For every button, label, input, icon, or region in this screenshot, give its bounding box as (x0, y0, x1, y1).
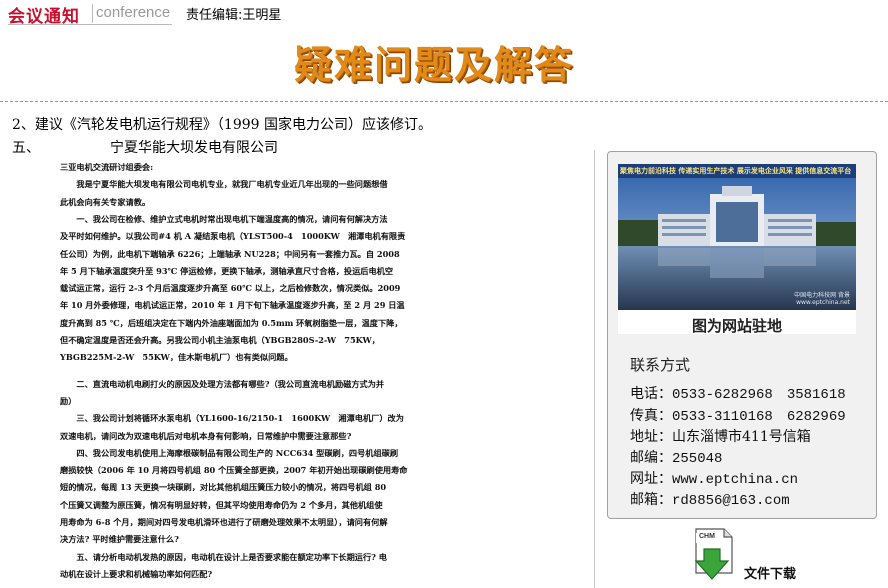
scan-text-line: 三、我公司计划将循环水泵电机（YL1600-16/2150-1 1600KW 湘… (60, 413, 404, 424)
item-2-text: 2、建议《汽轮发电机运行规程》（1999 国家电力公司）应该修订。 (12, 117, 432, 133)
logo-underline (8, 24, 172, 25)
contact-row: 邮编：255048 (630, 447, 722, 467)
office-building-photo: 聚焦电力前沿科技 传递实用生产技术 展示发电企业风采 提供信息交流平台 中国电力… (618, 164, 856, 310)
scan-text-line: 动机在设计上要求和机械输功率如何匹配? (60, 568, 213, 579)
file-type-label: CHM (699, 533, 715, 540)
contact-panel: 聚焦电力前沿科技 传递实用生产技术 展示发电企业风采 提供信息交流平台 中国电力… (607, 151, 877, 519)
chm-download-icon[interactable]: CHM (690, 527, 736, 583)
column-divider (594, 150, 595, 588)
scan-text-line: 个压簧又调整为原压簧，情况有明显好转，但其平均使用寿命仍为 2 个多月，其他机组… (60, 499, 383, 510)
scan-text-line: 年 5 月下轴承温度突升至 93℃ 停运检修，更换下轴承，测轴承直尺寸合格，投运… (60, 265, 394, 276)
scan-text-line: 一、我公司在检修、维护立式电机时常出现电机下端温度高的情况，请问有何解决方法 (60, 213, 388, 224)
photo-watermark: 中国电力科技网 背景 (794, 292, 850, 299)
contact-label: 邮箱： (630, 492, 672, 508)
contact-row: 网址：www.eptchina.cn (630, 468, 798, 488)
scan-text-line: 年 10 月外委修理，电机试运正常，2010 年 1 月下旬下轴承温度逐步升高，… (60, 300, 405, 311)
banner-slogan: 聚焦电力前沿科技 传递实用生产技术 展示发电企业风采 提供信息交流平台 (620, 167, 852, 175)
top-bar: 会议通知 conference 责任编辑:王明星 (0, 0, 888, 27)
editor-credit: 责任编辑:王明星 (186, 8, 282, 23)
title-banner: 疑难问题及解答 (0, 34, 888, 88)
scan-text-line: 励） (60, 395, 77, 406)
logo-divider (92, 4, 93, 23)
site-photo-frame: 聚焦电力前沿科技 传递实用生产技术 展示发电企业风采 提供信息交流平台 中国电力… (618, 164, 856, 335)
contact-heading: 联系方式 (630, 356, 691, 374)
contact-row: 邮箱：rd8856@163.com (630, 489, 790, 509)
scan-text-line: 此机会向有关专家请教。 (60, 196, 151, 207)
contact-label: 邮编： (630, 450, 672, 466)
contact-label: 网址： (630, 471, 672, 487)
scan-text-line: 三亚电机交流研讨组委会: (60, 162, 154, 172)
scan-text-line: 但不确定温度是否还会升高。另我公司小机主油泵电机（YBGB280S-2-W 75… (60, 335, 380, 345)
contact-value[interactable]: rd8856@163.com (672, 493, 790, 509)
scan-text-line: 我是宁夏华能大坝发电有限公司电机专业，就我厂电机专业近几年出现的一些问题想借 (60, 179, 388, 190)
item-5-number: 五、 (12, 140, 40, 156)
title-divider (0, 101, 888, 102)
contact-value: 山东淄博市411号信箱 (672, 429, 811, 445)
contact-label: 地址： (630, 429, 672, 445)
contact-row: 电话：0533-6282968 3581618 (630, 383, 846, 403)
scan-text-line: 任公司）为例，此电机下端轴承 6226；上端轴承 NU228；中间另有一套推力瓦… (60, 248, 400, 259)
contact-label: 电话： (630, 386, 672, 402)
scan-text-line: 五、请分析电动机发热的原因，电动机在设计上是否要求能在额定功率下长期运行? 电 (60, 551, 387, 562)
file-download[interactable]: CHM 文件下载 (690, 527, 810, 585)
scan-text-line: 四、我公司发电机使用上海摩根碳制品有限公司生产的 NCC634 型碳刷，四号机组… (60, 447, 399, 458)
item-5-organization: 宁夏华能大坝发电有限公司 (110, 140, 278, 156)
page-title: 疑难问题及解答 (293, 42, 574, 87)
contact-label: 传真： (630, 408, 672, 424)
scan-text-line: 决方法? 平时维护需要注意什么? (60, 534, 179, 545)
contact-value: 0533-3110168 6282969 (672, 409, 846, 425)
contact-value: 0533-6282968 3581618 (672, 387, 846, 403)
scan-text-line: 载试运正常，运行 2-3 个月后温度逐步升高至 60℃ 以上，之后检修数次，情况… (60, 283, 401, 294)
scan-text-line: 双速电机，请问改为双速电机后对电机本身有何影响，日常维护中需要注意那些? (60, 430, 352, 441)
scanned-letter-image: 三亚电机交流研讨组委会: 我是宁夏华能大坝发电有限公司电机专业，就我厂电机专业近… (60, 158, 440, 588)
download-label[interactable]: 文件下载 (744, 563, 796, 582)
contact-row: 地址：山东淄博市411号信箱 (630, 426, 811, 446)
photo-caption: 图为网站驻地 (691, 317, 782, 335)
contact-row: 传真：0533-3110168 6282969 (630, 405, 846, 425)
contact-value[interactable]: www.eptchina.cn (672, 472, 798, 488)
scan-text-line: 度升高到 85 ℃，后班组决定在下端内外油座端面加为 0.5mm 环氧树脂垫一层… (60, 317, 403, 328)
contact-value: 255048 (672, 451, 723, 467)
conference-logo-en[interactable]: conference (96, 4, 170, 21)
item-5-heading: 五、 宁夏华能大坝发电有限公司 (12, 137, 278, 157)
scan-text-line: 短的情况，每周 13 天更换一块碳刷，对比其他机组压簧压力较小的情况，将四号机组… (60, 482, 387, 493)
scan-text-line: YBGB225M-2-W 55KW，佳木斯电机厂）也有类似问题。 (60, 352, 293, 363)
scan-text-line: 磨损较快（2006 年 10 月将四号机组 80 个压簧全部更换，2007 年初… (60, 465, 408, 476)
photo-watermark-url: www.eptchina.net (796, 299, 850, 306)
scan-text-line: 二、直流电动机电刷打火的原因及处理方法都有哪些?（我公司直流电机励磁方式为并 (60, 378, 385, 389)
scan-text-line: 及平时如何维护。以我公司#4 机 A 凝结泵电机（YLST500-4 1000K… (60, 231, 406, 242)
scan-text-line: 用寿命为 6-8 个月，期间对四号发电机滑环也进行了研磨处理效果不太明显），请问… (60, 517, 388, 527)
